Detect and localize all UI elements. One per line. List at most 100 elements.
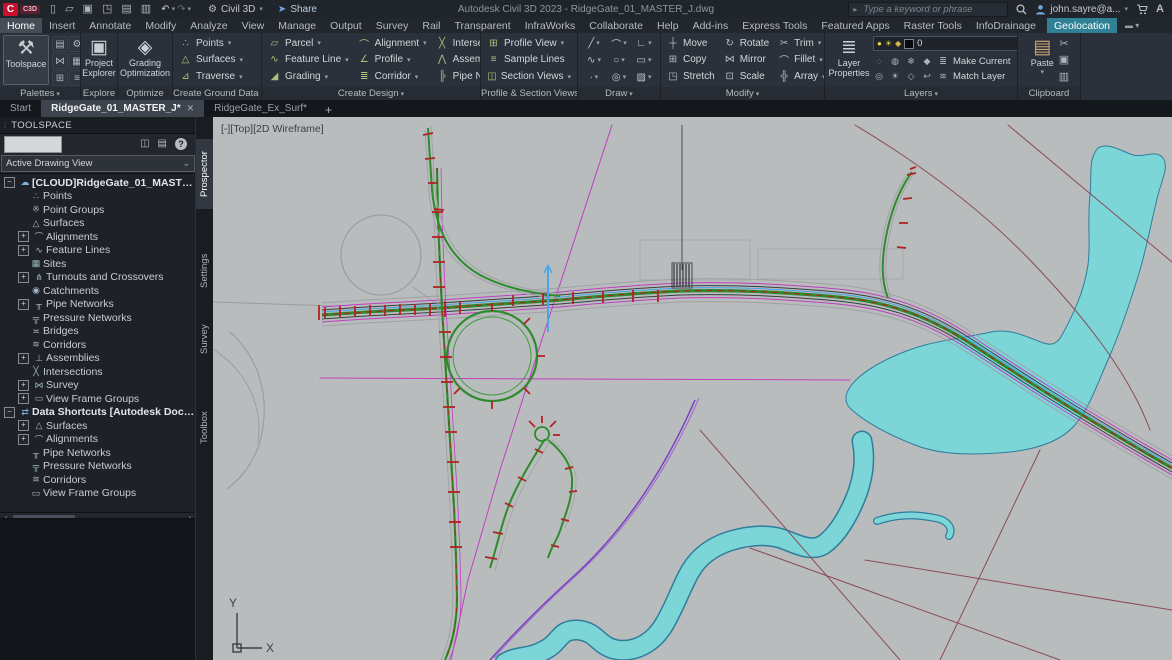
dropdown-icon[interactable]: ▾ bbox=[595, 73, 599, 81]
display-options-icon[interactable]: ◫ bbox=[140, 138, 149, 150]
dropdown-icon[interactable]: ▾ bbox=[648, 56, 652, 64]
expand-icon[interactable]: + bbox=[18, 393, 29, 404]
draw-arc-button[interactable]: ⌒▾ bbox=[607, 35, 631, 51]
command-line-icon[interactable]: ≡ bbox=[69, 70, 80, 86]
ribbon-tab-view[interactable]: View bbox=[235, 18, 272, 33]
cd-parcel-button[interactable]: ▱Parcel▾ bbox=[265, 36, 352, 51]
cd-pipe-network-button[interactable]: ╠Pipe Network▾ bbox=[433, 69, 480, 84]
match-layer-button[interactable]: Match Layer bbox=[953, 71, 1005, 82]
draw-spline-button[interactable]: ∿▾ bbox=[582, 52, 606, 68]
ribbon-tab-infraworks[interactable]: InfraWorks bbox=[518, 18, 583, 33]
search-input[interactable] bbox=[861, 3, 1003, 16]
undo-icon[interactable]: ↶ bbox=[161, 4, 169, 15]
tab-overflow-icon[interactable]: ▬ ▾ bbox=[1125, 18, 1139, 33]
tree-item-corridors[interactable]: ≋Corridors bbox=[0, 473, 196, 487]
open-file-icon[interactable]: ▱ bbox=[65, 3, 73, 15]
ribbon-tab-collaborate[interactable]: Collaborate bbox=[582, 18, 650, 33]
active-drawing-view-select[interactable]: Active Drawing View bbox=[1, 155, 195, 172]
profile-section-views-panel-label[interactable]: Profile & Section Views bbox=[481, 87, 577, 100]
layer-lock-icon[interactable]: ◆ bbox=[921, 56, 933, 67]
ribbon-tab-raster-tools[interactable]: Raster Tools bbox=[897, 18, 969, 33]
cd-assembly-button[interactable]: ⋀Assembly▾ bbox=[433, 52, 480, 67]
tree-item-view-frame-groups[interactable]: +▭View Frame Groups bbox=[0, 392, 196, 406]
ribbon-tab-infodrainage[interactable]: InfoDrainage bbox=[969, 18, 1043, 33]
drawing-canvas[interactable]: [-][Top][2D Wireframe] bbox=[213, 117, 1172, 660]
draw-hatch-button[interactable]: ▨▾ bbox=[632, 69, 656, 85]
modify-panel-label[interactable]: Modify bbox=[661, 87, 824, 100]
cd-alignment-button[interactable]: ⌒Alignment▾ bbox=[355, 36, 430, 51]
drawing-tab-ridgegate-01-master-j[interactable]: RidgeGate_01_MASTER_J*✕ bbox=[41, 100, 204, 117]
ribbon-tab-express-tools[interactable]: Express Tools bbox=[735, 18, 814, 33]
ribbon-tab-analyze[interactable]: Analyze bbox=[183, 18, 234, 33]
layer-thaw-icon[interactable]: ☀ bbox=[889, 71, 901, 82]
clipboard-panel-label[interactable]: Clipboard bbox=[1018, 87, 1080, 100]
cgd-surfaces-button[interactable]: △Surfaces▾ bbox=[176, 52, 258, 67]
redo-icon[interactable]: ↷ bbox=[177, 4, 185, 15]
tree-item-intersections[interactable]: ╳Intersections bbox=[0, 365, 196, 379]
cd-profile-button[interactable]: ∠Profile▾ bbox=[355, 52, 430, 67]
cd-corridor-button[interactable]: ≣Corridor▾ bbox=[355, 69, 430, 84]
dropdown-icon[interactable]: ▾ bbox=[621, 56, 625, 64]
dropdown-icon[interactable]: ▾ bbox=[623, 39, 627, 47]
tree-item-alignments[interactable]: +⌒Alignments bbox=[0, 433, 196, 447]
layers-panel-label[interactable]: Layers bbox=[825, 87, 1017, 100]
grading-optimization-button[interactable]: ◈ Grading Optimization bbox=[118, 35, 172, 85]
properties-palette-icon[interactable]: ▤ bbox=[52, 36, 68, 52]
fillet-button[interactable]: ⌒Fillet▾ bbox=[775, 52, 824, 67]
tree-item-pressure-networks[interactable]: ╦Pressure Networks bbox=[0, 311, 196, 325]
cd-feature-line-button[interactable]: ∿Feature Line▾ bbox=[265, 52, 352, 67]
viewport-controls-label[interactable]: [-][Top][2D Wireframe] bbox=[221, 123, 324, 135]
ribbon-tab-featured-apps[interactable]: Featured Apps bbox=[814, 18, 896, 33]
ribbon-tab-insert[interactable]: Insert bbox=[42, 18, 82, 33]
tree-item-points[interactable]: ∴Points bbox=[0, 190, 196, 204]
ribbon-tab-home[interactable]: Home bbox=[0, 18, 42, 33]
survey-toolspace-icon[interactable]: ⋈ bbox=[52, 53, 68, 69]
collapse-icon[interactable]: − bbox=[4, 407, 15, 418]
rotate-button[interactable]: ↻Rotate bbox=[721, 36, 772, 51]
tree-item-survey[interactable]: +⋈Survey bbox=[0, 379, 196, 393]
expand-icon[interactable]: + bbox=[18, 272, 29, 283]
cgd-points-button[interactable]: ∴Points▾ bbox=[176, 36, 258, 51]
tool-palettes-icon[interactable]: ⚙ bbox=[69, 36, 80, 52]
search-icon[interactable] bbox=[1016, 4, 1027, 15]
dropdown-icon[interactable]: ▾ bbox=[423, 39, 427, 47]
tree-item-bridges[interactable]: ≍Bridges bbox=[0, 325, 196, 339]
ribbon-tab-help[interactable]: Help bbox=[650, 18, 686, 33]
item-view-icon[interactable]: ▤ bbox=[158, 138, 167, 150]
close-tab-icon[interactable]: ✕ bbox=[187, 103, 195, 114]
tree-item-catchments[interactable]: ◉Catchments bbox=[0, 284, 196, 298]
dropdown-icon[interactable]: ▾ bbox=[597, 56, 601, 64]
plot-icon[interactable]: ▤ bbox=[121, 3, 131, 15]
cgd-traverse-button[interactable]: ⊿Traverse▾ bbox=[176, 69, 258, 84]
layer-isolate-icon[interactable]: ◍ bbox=[889, 56, 901, 67]
tree-item-pipe-networks[interactable]: +╥Pipe Networks bbox=[0, 298, 196, 312]
tree-item-pressure-networks[interactable]: ╦Pressure Networks bbox=[0, 460, 196, 474]
tree-item-alignments[interactable]: +⌒Alignments bbox=[0, 230, 196, 244]
tree-item-view-frame-groups[interactable]: ▭View Frame Groups bbox=[0, 487, 196, 501]
ribbon-tab-add-ins[interactable]: Add-ins bbox=[686, 18, 736, 33]
dropdown-icon[interactable]: ▾ bbox=[317, 39, 321, 47]
layer-dropdown[interactable]: ● ☀ ◆ 0 ▾ bbox=[873, 36, 1017, 51]
layer-off-icon[interactable]: ◌ bbox=[873, 56, 885, 66]
expand-icon[interactable]: + bbox=[18, 420, 29, 431]
draw-line-button[interactable]: ╱▾ bbox=[582, 35, 606, 51]
toolspace-tab-toolbox[interactable]: Toolbox bbox=[196, 401, 213, 455]
copy-clip-icon[interactable]: ▣ bbox=[1059, 53, 1069, 66]
tree-item-corridors[interactable]: ≋Corridors bbox=[0, 338, 196, 352]
scale-button[interactable]: ⊡Scale bbox=[721, 69, 772, 84]
dropdown-icon[interactable]: ▾ bbox=[623, 73, 627, 81]
layer-unlock-icon[interactable]: ◇ bbox=[905, 71, 917, 82]
draw-ellipse-button[interactable]: ◎▾ bbox=[607, 69, 631, 85]
help-icon[interactable]: ? bbox=[175, 138, 187, 150]
cart-icon[interactable] bbox=[1136, 4, 1148, 15]
tree-item-surfaces[interactable]: △Surfaces bbox=[0, 217, 196, 231]
tree-item-surfaces[interactable]: +△Surfaces bbox=[0, 419, 196, 433]
cut-icon[interactable]: ✂ bbox=[1059, 37, 1069, 50]
workspace-switcher[interactable]: ⚙ Civil 3D ▾ bbox=[203, 3, 268, 16]
psv-section-views-button[interactable]: ◫Section Views▾ bbox=[484, 69, 574, 84]
expand-icon[interactable]: + bbox=[18, 434, 29, 445]
ribbon-tab-output[interactable]: Output bbox=[323, 18, 369, 33]
expand-icon[interactable]: + bbox=[18, 353, 29, 364]
layer-walk-icon[interactable]: ◎ bbox=[873, 71, 885, 82]
psv-profile-view-button[interactable]: ⊞Profile View▾ bbox=[484, 36, 574, 51]
